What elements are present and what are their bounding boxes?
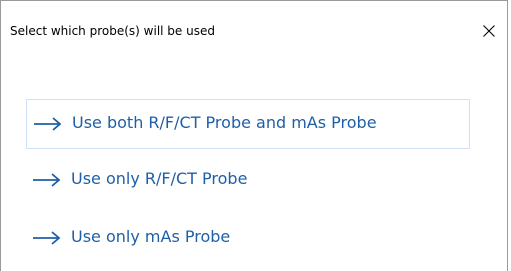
option-use-rfct-probe[interactable]: Use only R/F/CT Probe: [26, 156, 470, 206]
right-arrow-icon: [32, 230, 62, 246]
option-use-mas-probe[interactable]: Use only mAs Probe: [26, 214, 470, 264]
right-arrow-icon: [33, 116, 63, 132]
option-label: Use only R/F/CT Probe: [71, 169, 248, 188]
close-icon: [483, 25, 495, 37]
close-button[interactable]: [473, 17, 503, 47]
right-arrow-icon: [32, 172, 62, 188]
option-use-both-probes[interactable]: Use both R/F/CT Probe and mAs Probe: [26, 99, 470, 149]
dialog-title: Select which probe(s) will be used: [10, 24, 215, 38]
option-label: Use only mAs Probe: [71, 227, 231, 246]
option-label: Use both R/F/CT Probe and mAs Probe: [72, 113, 377, 132]
probe-selection-dialog: Select which probe(s) will be used Use b…: [0, 0, 508, 271]
title-bar: Select which probe(s) will be used: [1, 1, 507, 61]
